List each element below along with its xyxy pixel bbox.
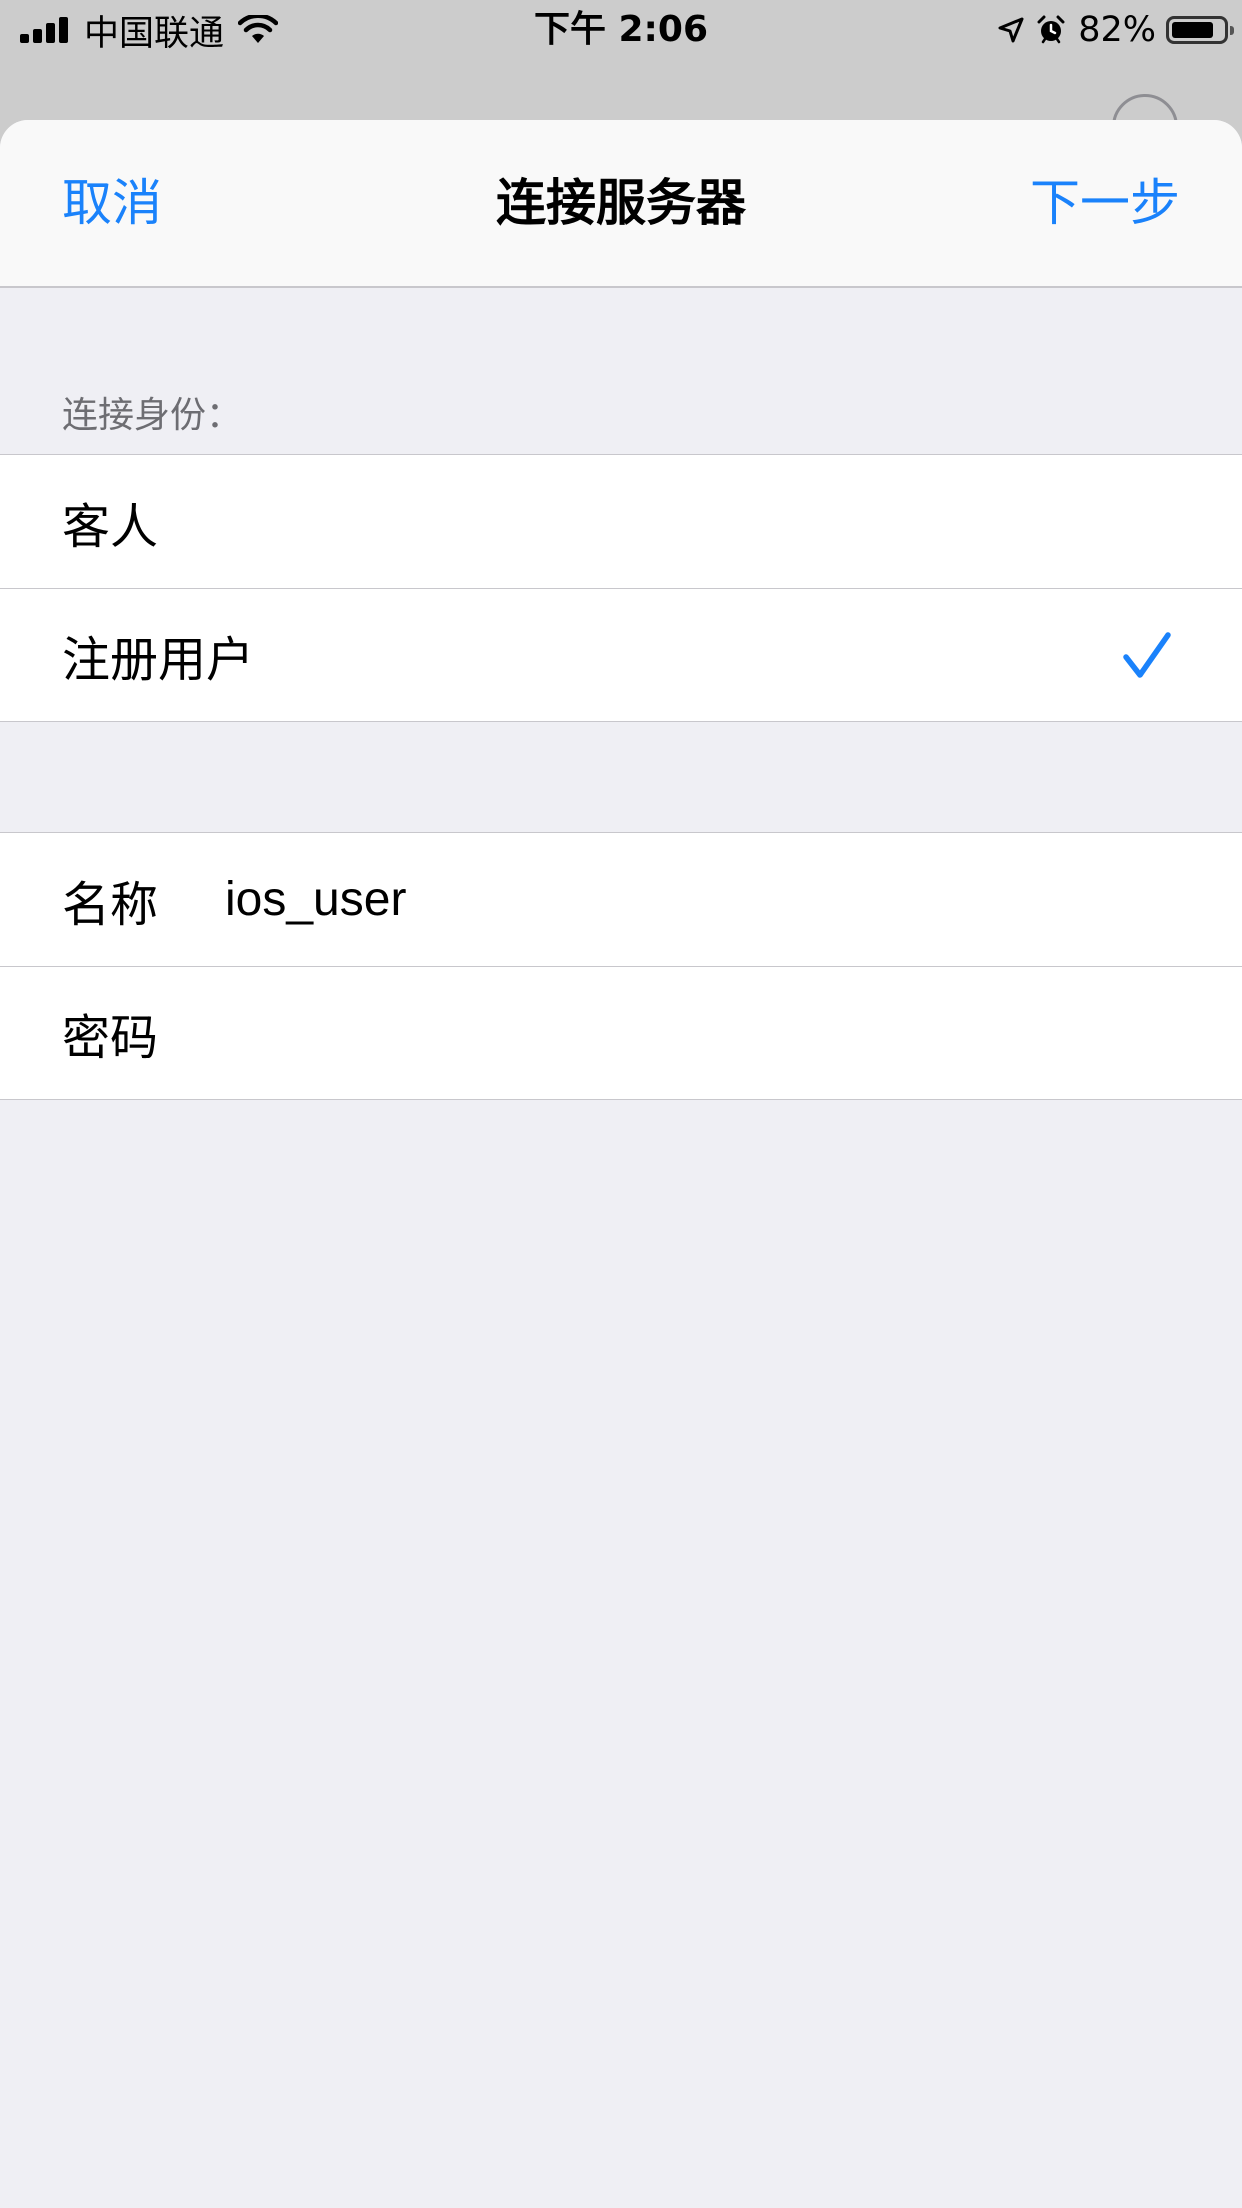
nav-bar: 取消 连接服务器 下一步 — [0, 120, 1242, 288]
battery-cap — [1230, 26, 1234, 35]
identity-options: 客人 注册用户 — [0, 454, 1242, 722]
password-row[interactable]: 密码 — [0, 966, 1242, 1099]
password-label: 密码 — [62, 1010, 159, 1066]
cancel-button[interactable]: 取消 — [62, 120, 162, 286]
option-label: 注册用户 — [62, 632, 255, 688]
battery-fill — [1172, 22, 1213, 38]
password-field[interactable] — [225, 993, 1180, 1073]
checkmark-icon — [1122, 631, 1172, 681]
name-field[interactable]: ios_user — [225, 872, 406, 927]
status-right: 82% — [998, 0, 1234, 60]
connect-server-sheet: 取消 连接服务器 下一步 连接身份： 客人 注册用户 名称 ios_user 密… — [0, 120, 1242, 2208]
option-registered-user[interactable]: 注册用户 — [0, 588, 1242, 721]
battery-percent: 82% — [1078, 10, 1156, 50]
credentials-group: 名称 ios_user 密码 — [0, 832, 1242, 1100]
battery-icon — [1166, 16, 1234, 44]
status-bar: 中国联通 下午 2:06 82% — [0, 0, 1242, 60]
option-guest[interactable]: 客人 — [0, 455, 1242, 588]
next-button[interactable]: 下一步 — [1030, 120, 1180, 286]
option-label: 客人 — [62, 498, 159, 555]
alarm-icon — [1036, 15, 1066, 45]
location-arrow-icon — [998, 17, 1024, 43]
identity-section-header: 连接身份： — [62, 395, 243, 436]
name-label: 名称 — [62, 876, 159, 933]
name-row[interactable]: 名称 ios_user — [0, 833, 1242, 966]
